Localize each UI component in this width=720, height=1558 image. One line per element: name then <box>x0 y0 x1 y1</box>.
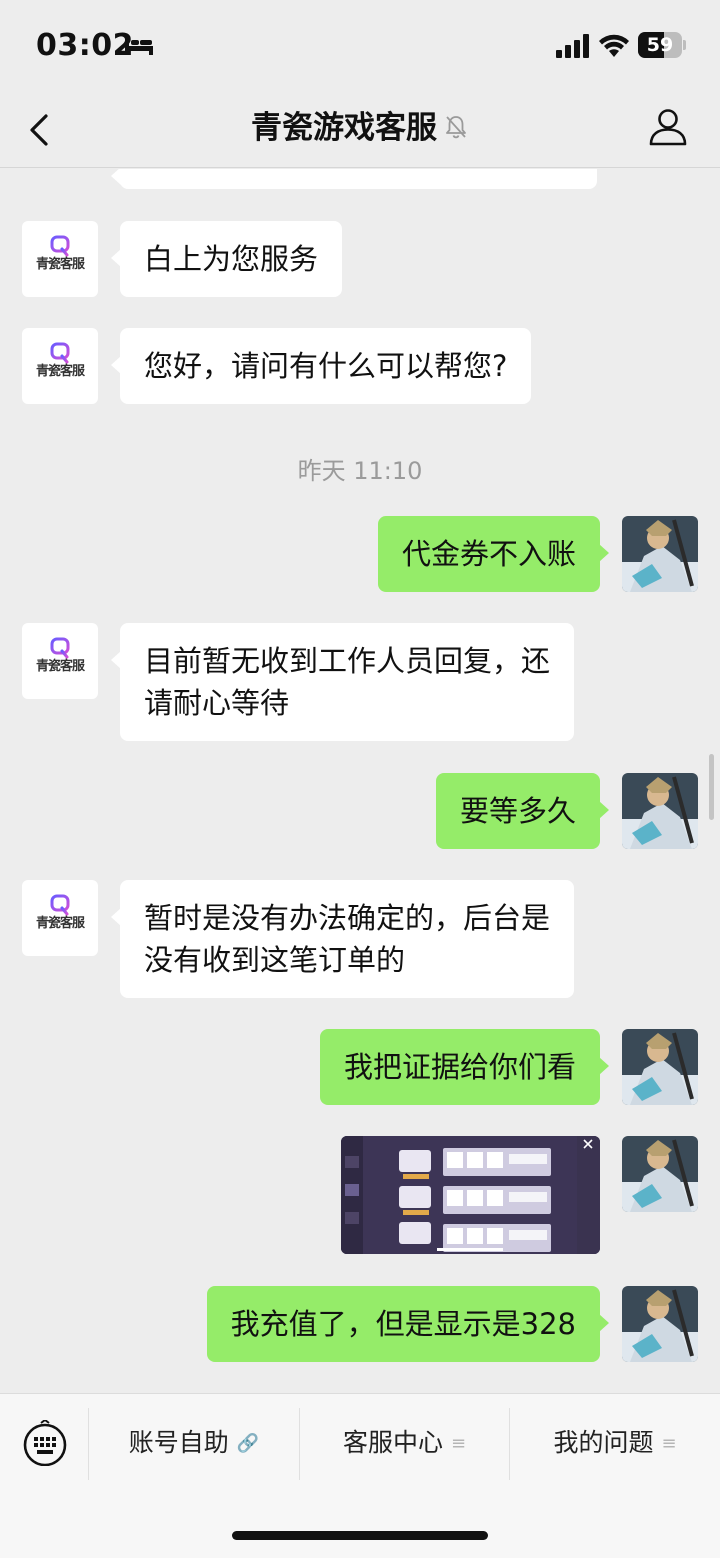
qingci-logo-icon <box>50 894 70 916</box>
message-bubble[interactable]: 我把证据给你们看 <box>319 1029 610 1105</box>
battery-level: 59 <box>646 34 674 56</box>
user-avatar-image <box>622 1286 698 1362</box>
message-bubble[interactable]: 您好，请问有什么可以帮您? <box>110 328 532 404</box>
menu-icon: ≡ <box>661 1433 677 1454</box>
message-text-line: 暂时是没有办法确定的，后台是 <box>144 901 551 935</box>
cs-avatar[interactable]: 青瓷客服 <box>22 328 98 404</box>
cs-avatar[interactable]: 青瓷客服 <box>22 623 98 699</box>
chat-title: 青瓷游戏客服 <box>251 110 437 146</box>
cs-avatar-text: 青瓷客服 <box>35 364 85 379</box>
message-bubble-partial[interactable] <box>111 169 597 189</box>
status-time: 03:02 <box>36 28 134 63</box>
keyboard-icon[interactable] <box>22 1420 68 1466</box>
menu-label: 账号自助 <box>128 1428 229 1457</box>
message-text: 您好，请问有什么可以帮您? <box>144 349 508 383</box>
message-text: 我把证据给你们看 <box>343 1050 576 1084</box>
status-bar: 03:02 59 <box>0 0 720 92</box>
user-avatar-image <box>622 516 698 592</box>
wifi-icon <box>599 34 629 57</box>
nav-bar: 青瓷游戏客服 <box>0 92 720 168</box>
message-bubble[interactable]: 目前暂无收到工作人员回复，还 请耐心等待 <box>110 623 575 741</box>
cs-avatar[interactable]: 青瓷客服 <box>22 880 98 956</box>
menu-service-center[interactable]: 客服中心 ≡ <box>300 1406 509 1480</box>
message-bubble[interactable]: 要等多久 <box>435 773 610 849</box>
message-bubble[interactable]: 白上为您服务 <box>110 221 343 297</box>
user-avatar-image <box>622 773 698 849</box>
menu-label: 我的问题 <box>553 1428 654 1457</box>
message-bubble[interactable]: 暂时是没有办法确定的，后台是 没有收到这笔订单的 <box>110 880 575 998</box>
home-indicator[interactable] <box>232 1531 488 1540</box>
cs-avatar-text: 青瓷客服 <box>35 659 85 674</box>
chat-area[interactable]: 青瓷客服 白上为您服务 青瓷客服 您好，请问有什么可以帮您? 昨天 11:10 … <box>0 169 720 1393</box>
link-icon: 🔗 <box>236 1433 260 1454</box>
qingci-logo-icon <box>50 637 70 659</box>
user-avatar[interactable] <box>622 1286 698 1362</box>
message-text: 白上为您服务 <box>144 242 319 276</box>
message-bubble[interactable]: 我充值了，但是显示是328 <box>206 1286 610 1362</box>
message-text: 代金券不入账 <box>401 537 576 571</box>
image-message[interactable] <box>341 1136 600 1254</box>
message-text-line: 没有收到这笔订单的 <box>144 943 406 977</box>
menu-my-issues[interactable]: 我的问题 ≡ <box>510 1406 720 1480</box>
message-bubble[interactable]: 代金券不入账 <box>377 516 610 592</box>
mute-icon <box>446 116 466 139</box>
message-text: 我充值了，但是显示是328 <box>230 1307 576 1341</box>
user-avatar[interactable] <box>622 773 698 849</box>
bed-icon <box>125 36 153 55</box>
service-menu-bar: 账号自助 🔗 客服中心 ≡ 我的问题 ≡ <box>0 1393 720 1558</box>
message-text-line: 请耐心等待 <box>144 686 290 720</box>
qingci-logo-icon <box>50 342 70 364</box>
user-avatar[interactable] <box>622 516 698 592</box>
cs-avatar-text: 青瓷客服 <box>35 916 85 931</box>
user-avatar[interactable] <box>622 1029 698 1105</box>
timestamp: 昨天 11:10 <box>297 457 423 485</box>
signal-icon <box>556 34 589 58</box>
menu-icon: ≡ <box>450 1433 467 1454</box>
back-icon[interactable] <box>26 110 54 150</box>
profile-icon[interactable] <box>648 106 688 146</box>
menu-account-self-service[interactable]: 账号自助 🔗 <box>89 1406 299 1480</box>
battery-icon: 59 <box>638 32 686 58</box>
user-avatar[interactable] <box>622 1136 698 1212</box>
user-avatar-image <box>622 1136 698 1212</box>
user-avatar-image <box>622 1029 698 1105</box>
screenshot-thumbnail <box>341 1136 600 1254</box>
cs-avatar-text: 青瓷客服 <box>35 257 85 272</box>
message-text-line: 目前暂无收到工作人员回复，还 <box>144 644 551 678</box>
scrollbar[interactable] <box>709 754 714 820</box>
cs-avatar[interactable]: 青瓷客服 <box>22 221 98 297</box>
qingci-logo-icon <box>50 235 70 257</box>
menu-label: 客服中心 <box>342 1428 443 1457</box>
message-text: 要等多久 <box>459 794 576 828</box>
